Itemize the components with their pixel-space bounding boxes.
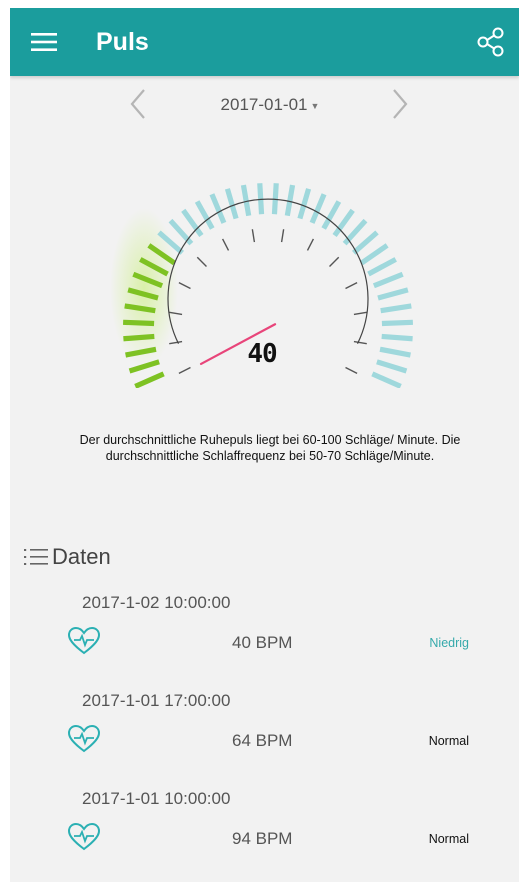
gauge-segment — [342, 218, 368, 246]
gauge-segment — [381, 319, 413, 327]
gauge-segment — [371, 371, 402, 388]
record-status: Niedrig — [429, 636, 469, 650]
date-navigator: 2017-01-01 ▼ — [10, 84, 519, 124]
date-dropdown[interactable]: 2017-01-01 ▼ — [206, 92, 334, 118]
gauge-tick — [178, 366, 191, 375]
gauge-segment — [181, 208, 204, 237]
selected-date: 2017-01-01 — [220, 95, 308, 114]
gauge-inner-arc — [167, 198, 369, 344]
record-time: 2017-1-01 10:00:00 — [82, 789, 231, 808]
hamburger-menu-icon — [31, 33, 57, 51]
gauge-tick — [353, 311, 367, 316]
share-icon — [477, 27, 504, 57]
chevron-left-icon — [130, 89, 145, 119]
gauge-segment — [209, 193, 227, 224]
gauge-segment — [380, 303, 412, 314]
gauge-segment — [257, 183, 265, 215]
gauge-segment — [194, 200, 215, 230]
gauge-segment — [379, 346, 411, 358]
chevron-right-icon — [393, 89, 408, 119]
gauge-tick — [221, 238, 230, 251]
record-bpm: 94 BPM — [232, 829, 293, 848]
record-bpm: 64 BPM — [232, 731, 293, 750]
page-title: Puls — [96, 28, 149, 56]
gauge-tick — [353, 340, 367, 345]
record-status: Normal — [428, 832, 469, 846]
gauge-segment — [297, 188, 312, 220]
gauge-tick — [280, 229, 285, 243]
list-item[interactable]: 2017-1-01 10:00:00 94 BPM Normal — [10, 788, 519, 878]
gauge-segment — [367, 257, 397, 277]
heart-pulse-icon — [67, 626, 101, 655]
gauge-segment — [372, 271, 404, 289]
gauge-segment — [284, 184, 296, 217]
list-icon — [24, 549, 48, 565]
gauge-segment — [123, 319, 155, 327]
menu-button[interactable] — [26, 26, 62, 58]
gauge-tick — [329, 256, 340, 267]
section-title: Daten — [52, 544, 111, 569]
dropdown-caret-icon: ▼ — [310, 101, 320, 111]
gauge-segment — [360, 243, 389, 266]
gauge-tick — [345, 281, 358, 290]
record-status: Normal — [428, 734, 469, 748]
data-section-header: Daten — [22, 542, 111, 572]
gauge-segment — [168, 218, 194, 246]
gauge-tick — [306, 238, 315, 251]
gauge-segment — [224, 188, 239, 220]
heart-pulse-icon — [67, 724, 101, 753]
gauge-segment — [381, 333, 413, 342]
gauge-segment — [271, 183, 279, 215]
app-bar: Puls — [10, 8, 519, 76]
gauge-segment — [376, 359, 408, 374]
next-date-button[interactable] — [382, 86, 418, 122]
gauge-segment — [134, 371, 165, 388]
gauge-segment — [321, 200, 342, 230]
gauge-segment — [332, 208, 355, 237]
gauge-segment — [240, 184, 252, 217]
record-bpm: 40 BPM — [232, 633, 293, 652]
previous-date-button[interactable] — [120, 86, 156, 122]
record-time: 2017-1-01 17:00:00 — [82, 691, 231, 710]
list-item[interactable]: 2017-1-01 17:00:00 64 BPM Normal — [10, 690, 519, 780]
app-screen: Puls 2017-01-01 ▼ 40 Der durchschnittlic… — [10, 8, 519, 882]
gauge-reading: 40 — [247, 339, 277, 369]
gauge-segment — [377, 287, 409, 301]
list-item[interactable]: 2017-1-02 10:00:00 40 BPM Niedrig — [10, 592, 519, 682]
gauge-segment — [123, 333, 155, 342]
gauge-tick — [251, 229, 256, 243]
share-button[interactable] — [473, 24, 509, 60]
gauge-tick — [178, 281, 191, 290]
record-time: 2017-1-02 10:00:00 — [82, 593, 231, 612]
heart-pulse-icon — [67, 822, 101, 851]
gauge-segment — [309, 193, 327, 224]
gauge-tick — [196, 256, 207, 267]
gauge-segment — [351, 230, 379, 255]
gauge-tick — [169, 340, 183, 345]
info-text: Der durchschnittliche Ruhepuls liegt bei… — [79, 433, 461, 463]
gauge-tick — [345, 366, 358, 375]
